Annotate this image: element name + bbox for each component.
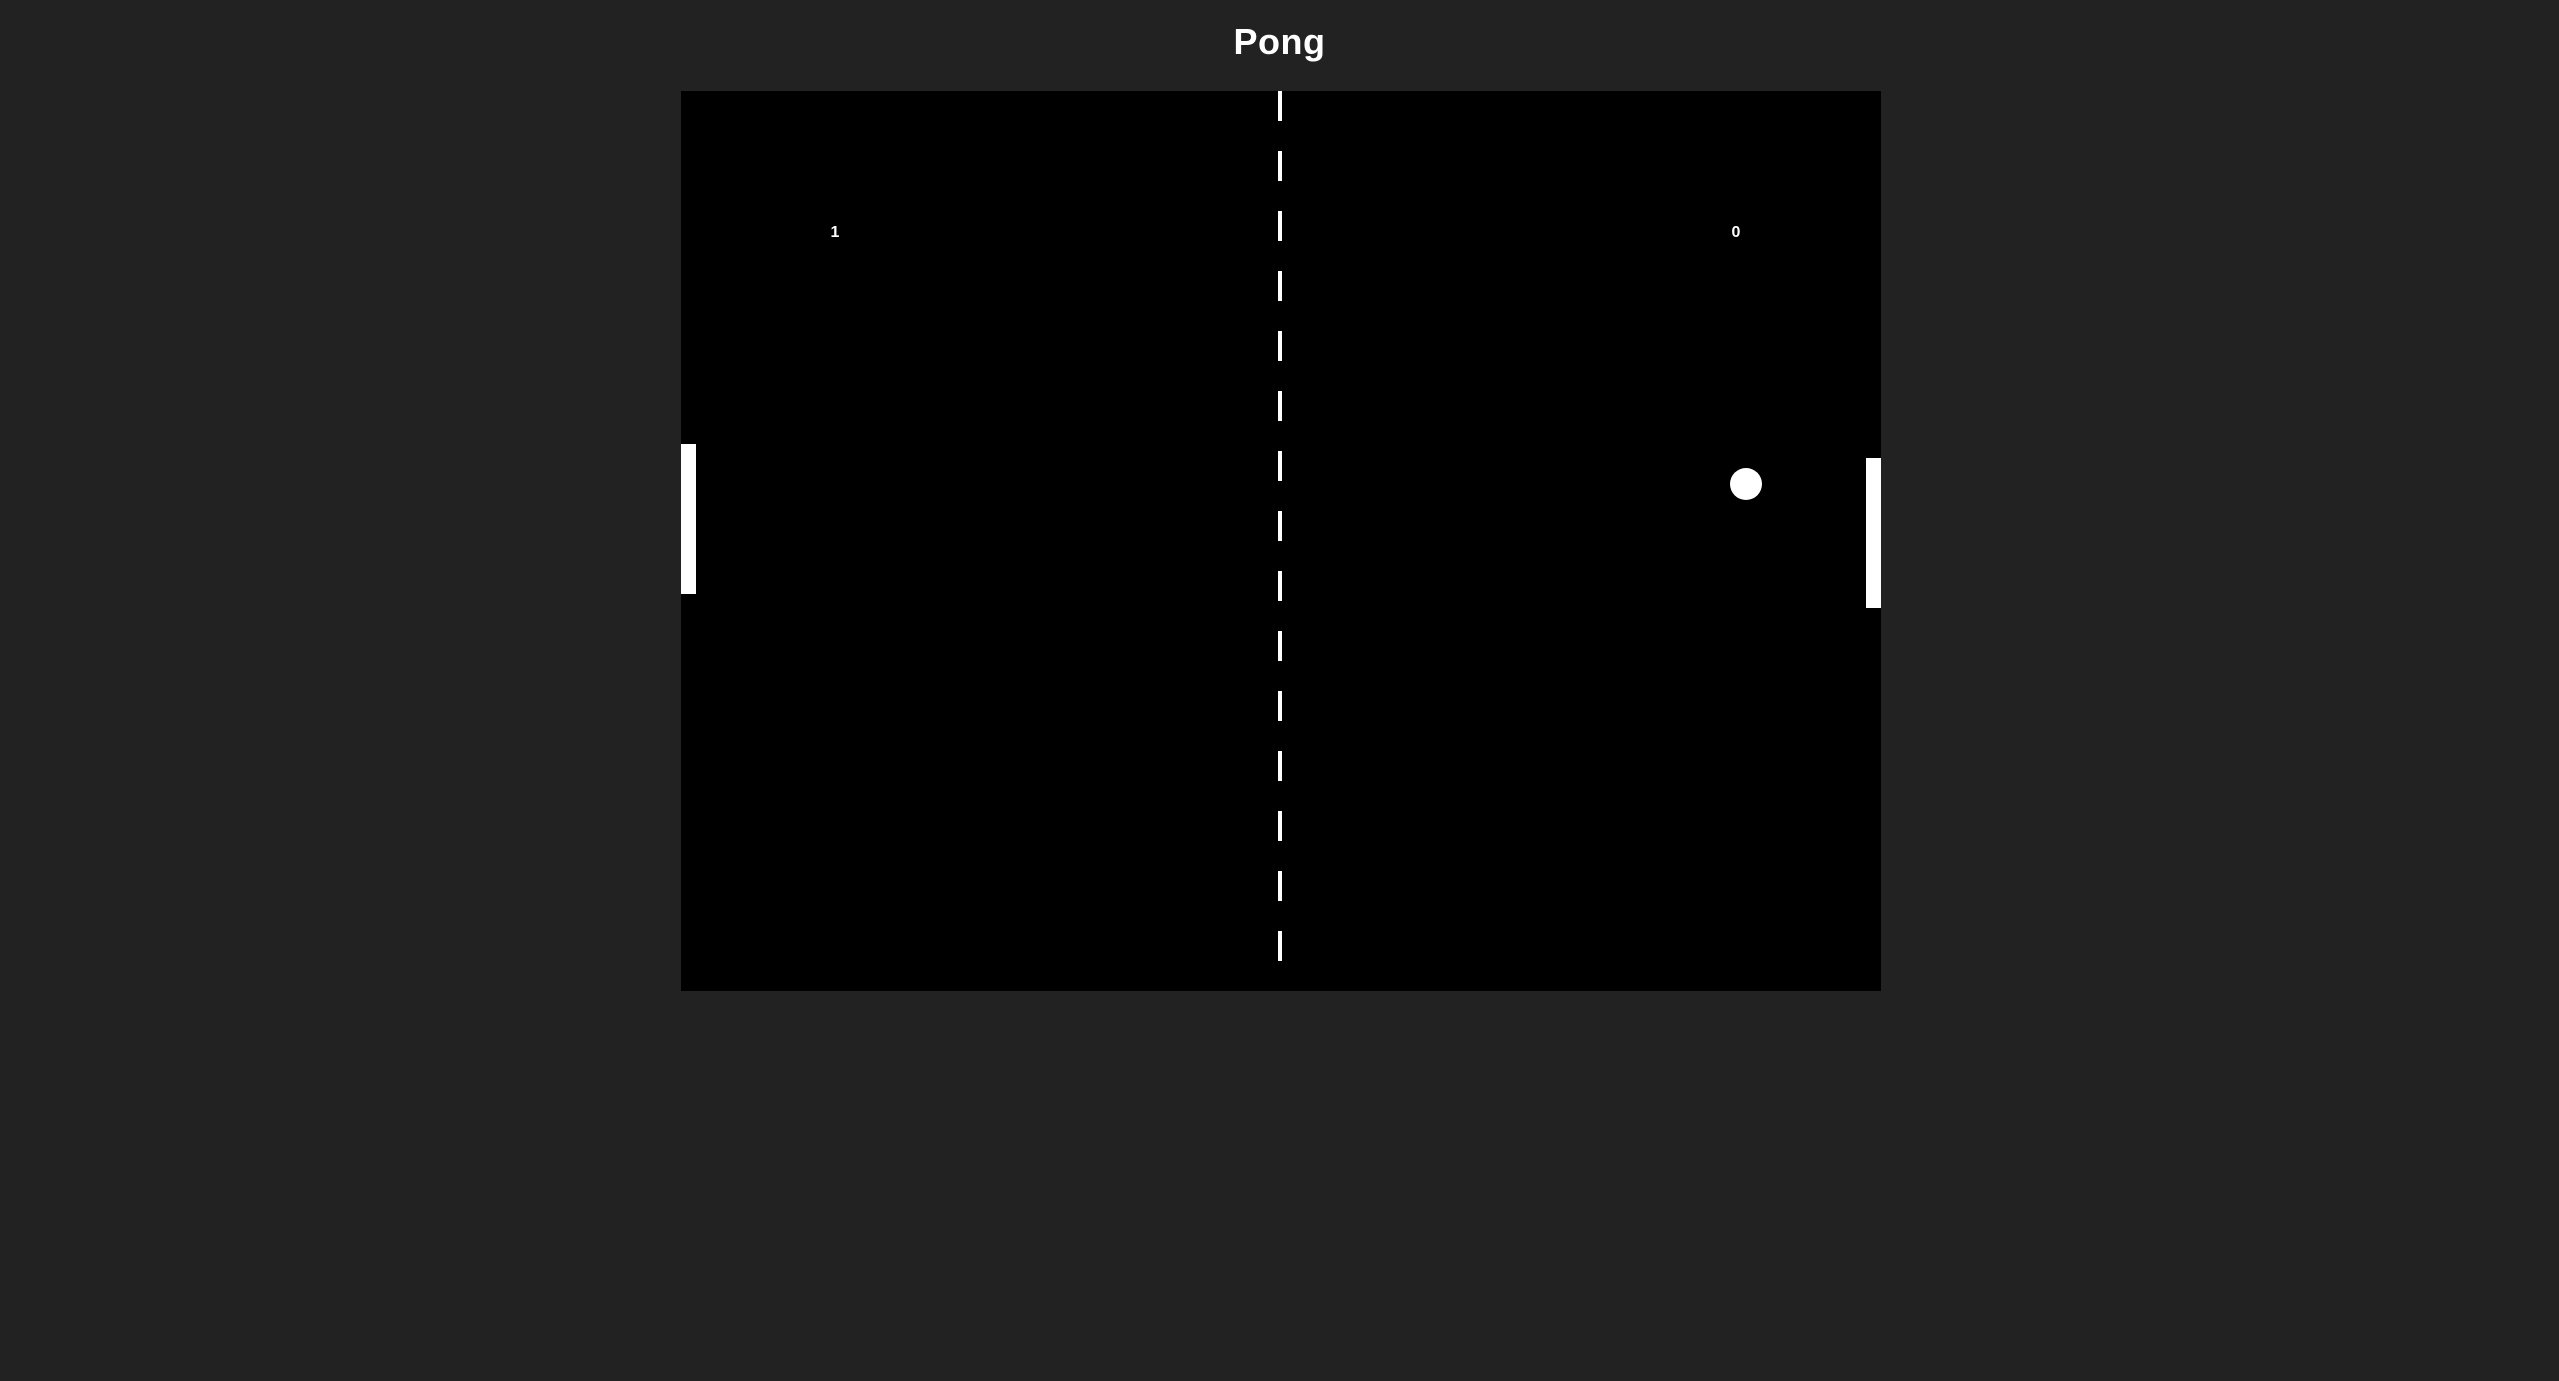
net-dash: [1278, 391, 1282, 421]
net-dash: [1278, 751, 1282, 781]
right-paddle: [1866, 458, 1881, 608]
net-dash: [1278, 931, 1282, 961]
net-dash: [1278, 151, 1282, 181]
ball: [1730, 468, 1762, 500]
net-dash: [1278, 451, 1282, 481]
center-net: [1278, 91, 1284, 991]
page-title: Pong: [1233, 21, 1326, 62]
net-dash: [1278, 511, 1282, 541]
net-dash: [1278, 691, 1282, 721]
net-dash: [1278, 811, 1282, 841]
net-dash: [1278, 211, 1282, 241]
left-player-score: 1: [830, 224, 840, 241]
net-dash: [1278, 631, 1282, 661]
net-dash: [1278, 871, 1282, 901]
left-paddle: [681, 444, 696, 594]
net-dash: [1278, 91, 1282, 121]
game-canvas[interactable]: 1 0: [681, 91, 1881, 991]
net-dash: [1278, 331, 1282, 361]
right-player-score: 0: [1731, 224, 1741, 241]
net-dash: [1278, 271, 1282, 301]
net-dash: [1278, 571, 1282, 601]
